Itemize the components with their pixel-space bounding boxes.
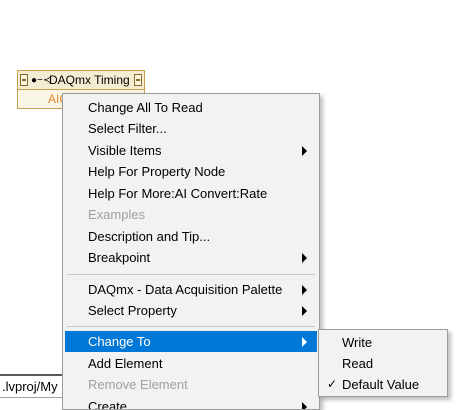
menu-item-remove-element: Remove Element [88, 377, 188, 392]
submenu-arrow-icon [302, 337, 307, 347]
menu-item-breakpoint[interactable]: Breakpoint [65, 247, 317, 268]
menu-item-help-for-property-node[interactable]: Help For Property Node [65, 161, 317, 182]
change-to-submenu: Write Read ✓ Default Value [318, 329, 448, 397]
submenu-item-read[interactable]: Read [321, 353, 445, 374]
submenu-arrow-icon [302, 306, 307, 316]
submenu-item-default-value[interactable]: ✓ Default Value [321, 374, 445, 395]
menu-item-daqmx-palette[interactable]: DAQmx - Data Acquisition Palette [65, 279, 317, 300]
menu-item-examples: Examples [88, 207, 146, 222]
menu-separator [67, 326, 315, 327]
menu-item-create[interactable]: Create [65, 396, 317, 409]
menu-item-add-element[interactable]: Add Element [65, 353, 317, 374]
menu-item-description-and-tip[interactable]: Description and Tip... [65, 226, 317, 247]
submenu-arrow-icon [302, 146, 307, 156]
submenu-arrow-icon [302, 285, 307, 295]
submenu-arrow-icon [302, 253, 307, 263]
context-menu: Change All To Read Select Filter... Visi… [62, 93, 320, 410]
menu-separator [67, 274, 315, 275]
menu-item-change-all-to-read[interactable]: Change All To Read [65, 97, 317, 118]
submenu-arrow-icon [302, 402, 307, 409]
project-path-text: .lvproj/My [2, 379, 58, 394]
node-header[interactable]: ●−≺ DAQmx Timing [17, 70, 145, 90]
menu-item-select-filter[interactable]: Select Filter... [65, 118, 317, 139]
menu-item-help-for-more[interactable]: Help For More:AI Convert:Rate [65, 183, 317, 204]
menu-item-visible-items[interactable]: Visible Items [65, 140, 317, 161]
node-title: DAQmx Timing [49, 73, 130, 87]
reference-out-terminal[interactable] [134, 74, 142, 86]
menu-item-change-to[interactable]: Change To [65, 331, 317, 352]
menu-item-select-property[interactable]: Select Property [65, 300, 317, 321]
project-path-field[interactable]: .lvproj/My [0, 374, 70, 398]
reference-in-terminal[interactable] [20, 74, 28, 86]
submenu-item-write[interactable]: Write [321, 332, 445, 353]
checkmark-icon: ✓ [327, 377, 338, 391]
